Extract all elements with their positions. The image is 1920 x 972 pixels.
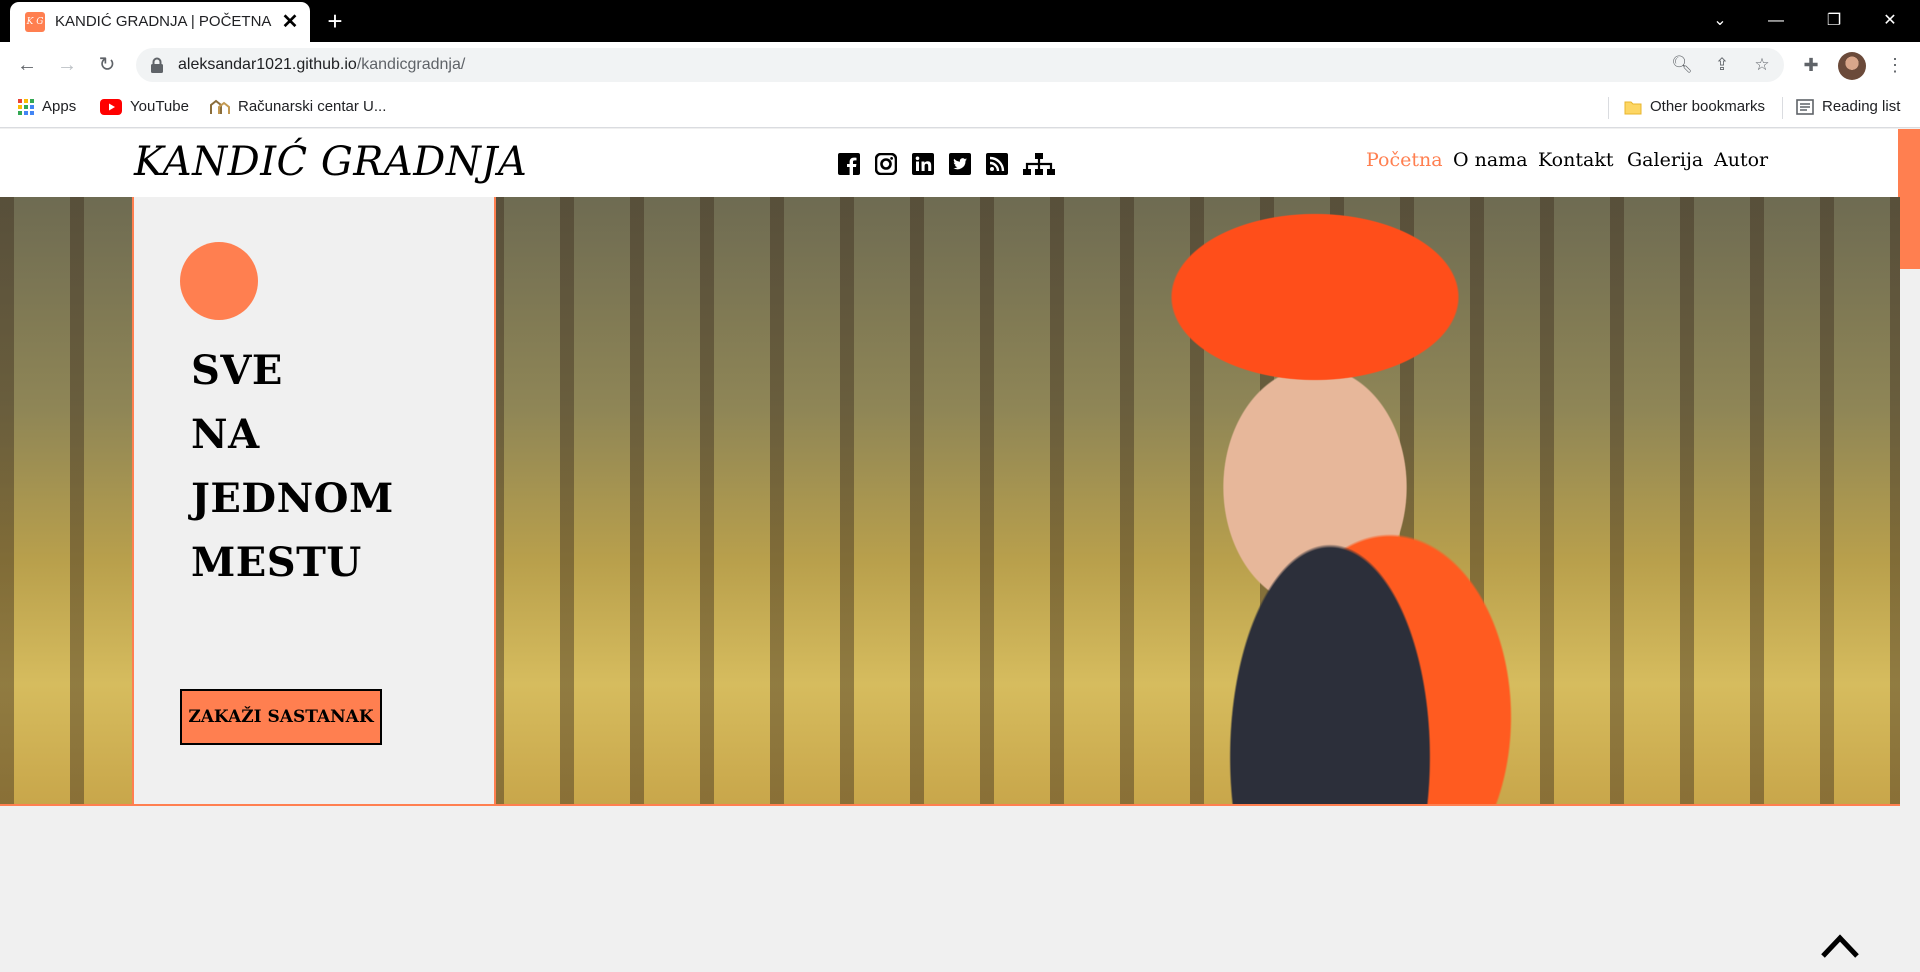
nav-autor[interactable]: Autor [1714, 149, 1768, 171]
apps-grid-icon [18, 99, 34, 116]
browser-menu-icon[interactable]: ⋮ [1880, 50, 1910, 80]
linkedin-icon[interactable] [912, 153, 934, 175]
bookmark-label: Apps [42, 98, 77, 115]
bookmark-label: Reading list [1822, 98, 1901, 115]
reading-list[interactable]: Reading list [1796, 98, 1900, 115]
instagram-icon[interactable] [875, 153, 897, 175]
folder-icon [1624, 101, 1642, 115]
site-favicon-icon: K G [25, 12, 45, 32]
hero-left-strip [0, 197, 134, 806]
bookmark-label: YouTube [130, 98, 189, 115]
hero-headline-line: JEDNOM [191, 475, 394, 522]
close-tab-icon[interactable]: ✕ [278, 10, 302, 34]
sitemap-icon[interactable] [1023, 153, 1055, 175]
bookmark-youtube[interactable]: YouTube [100, 98, 189, 116]
site-logo[interactable]: KANDIĆ GRADNJA [134, 139, 527, 185]
reading-list-icon [1796, 99, 1814, 115]
nav-o-nama[interactable]: O nama [1453, 149, 1528, 171]
address-bar[interactable]: aleksandar1021.github.io/kandicgradnja/ … [136, 48, 1784, 82]
hero-bottom-border [0, 804, 1900, 806]
url-text: aleksandar1021.github.io/kandicgradnja/ [178, 56, 466, 73]
twitter-icon[interactable] [949, 153, 971, 175]
racunarski-centar-icon [210, 99, 230, 115]
nav-kontakt[interactable]: Kontakt [1538, 149, 1613, 171]
hero-headline-line: MESTU [191, 539, 362, 586]
facebook-icon[interactable] [838, 153, 860, 175]
hero-headline-line: NA [191, 411, 260, 458]
schedule-meeting-button[interactable]: ZAKAŽI SASTANAK [180, 689, 382, 745]
bookmark-label: Other bookmarks [1650, 98, 1766, 115]
browser-tab[interactable]: K G KANDIĆ GRADNJA | POČETNA ✕ [10, 2, 310, 42]
hero-section: SVE NA JEDNOM MESTU ZAKAŽI SASTANAK [0, 197, 1900, 806]
close-window-button[interactable]: ✕ [1870, 6, 1910, 36]
nav-pocetna[interactable]: Početna [1366, 149, 1443, 171]
browser-tab-bar: K G KANDIĆ GRADNJA | POČETNA ✕ + ⌄ — ❐ ✕ [0, 0, 1920, 42]
share-icon[interactable]: ⇪ [1710, 53, 1734, 77]
hero-headline-line: SVE [191, 347, 283, 394]
page-scrollbar-thumb[interactable] [1898, 129, 1920, 269]
tab-search-icon[interactable]: ⌄ [1700, 6, 1740, 36]
rss-icon[interactable] [986, 153, 1008, 175]
forward-button[interactable]: → [52, 50, 82, 80]
tab-title: KANDIĆ GRADNJA | POČETNA [55, 13, 272, 30]
bookmarks-divider [1782, 97, 1783, 119]
zoom-icon[interactable]: 🔍︎ [1670, 53, 1694, 77]
lock-icon [151, 57, 163, 73]
restore-button[interactable]: ❐ [1814, 6, 1854, 36]
reload-button[interactable]: ↻ [92, 50, 122, 80]
hero-text-panel: SVE NA JEDNOM MESTU ZAKAŽI SASTANAK [134, 197, 496, 806]
extensions-puzzle-icon[interactable]: ✚ [1796, 50, 1826, 80]
bookmarks-bar: Apps YouTube Računarski centar U... Othe… [0, 88, 1920, 128]
bookmark-star-icon[interactable]: ☆ [1750, 53, 1774, 77]
minimize-button[interactable]: — [1756, 6, 1796, 36]
profile-avatar[interactable] [1838, 52, 1866, 80]
hero-accent-circle [180, 242, 258, 320]
bookmark-label: Računarski centar U... [238, 98, 387, 115]
bookmark-racunarski-centar[interactable]: Računarski centar U... [210, 98, 386, 115]
bookmark-apps[interactable]: Apps [18, 98, 77, 116]
back-button[interactable]: ← [12, 50, 42, 80]
nav-galerija[interactable]: Galerija [1627, 149, 1703, 171]
back-to-top-chevron-icon[interactable] [1820, 930, 1860, 960]
youtube-icon [100, 99, 122, 116]
bookmarks-divider [1608, 97, 1609, 119]
new-tab-button[interactable]: + [322, 8, 348, 34]
site-header: KANDIĆ GRADNJA Početna O nama Kontakt Ga… [0, 129, 1920, 197]
browser-toolbar: ← → ↻ aleksandar1021.github.io/kandicgra… [0, 42, 1920, 88]
other-bookmarks[interactable]: Other bookmarks [1624, 98, 1765, 115]
